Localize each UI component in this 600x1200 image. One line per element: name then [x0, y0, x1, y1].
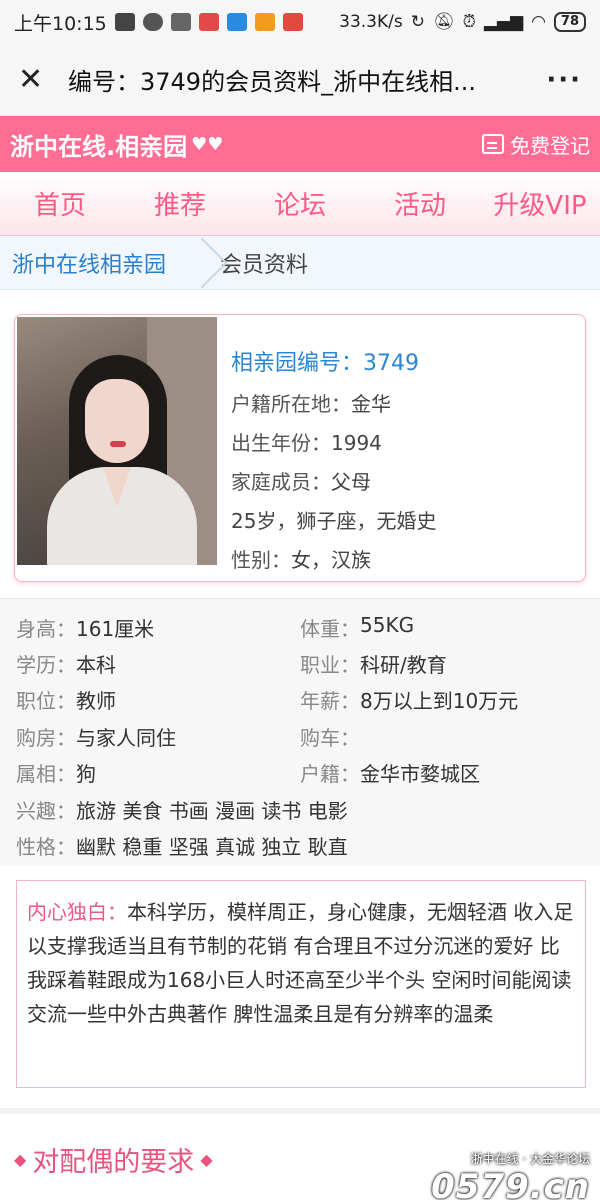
- height-label: 身高：: [16, 616, 76, 641]
- member-photo[interactable]: [17, 317, 217, 565]
- browser-title-bar: ✕ 编号：3749的会员资料_浙中在线相... ···: [0, 44, 600, 116]
- character-label: 性格：: [16, 835, 76, 860]
- section-divider: [0, 1108, 600, 1114]
- wechat-icon: [142, 13, 163, 31]
- wifi-icon: ◠: [531, 12, 546, 32]
- birth-label: 出生年份：: [231, 431, 331, 455]
- app-red-icon: [282, 13, 303, 31]
- right-diamond-icon: ◆: [200, 1150, 213, 1169]
- nav-recommend[interactable]: 推荐: [120, 172, 240, 235]
- hearts-icon: ♥♥: [191, 133, 224, 155]
- site-header: 浙中在线.相亲园 ♥♥ 免费登记: [0, 116, 600, 172]
- hobby-value: 旅游 美食 书画 漫画 读书 电影: [76, 798, 348, 823]
- position-value: 教师: [76, 689, 116, 714]
- shop-icon: [198, 13, 219, 31]
- weight-label: 体重：: [300, 616, 360, 641]
- gender-label: 性别：: [231, 548, 291, 572]
- battery-icon: 78: [553, 12, 586, 32]
- alarm-icon: ⏰︎: [462, 12, 476, 32]
- profile-card: 相亲园编号：3749 户籍所在地：金华 出生年份：1994 家庭成员：父母 25…: [14, 314, 586, 582]
- mail-icon: [226, 13, 247, 31]
- status-time: 上午10:15: [14, 12, 107, 35]
- monologue-label: 内心独白：: [27, 900, 127, 924]
- mute-icon: 🔕︎: [432, 12, 455, 32]
- site-watermark: 浙中在线 · 大金华论坛 0579.cn: [431, 1150, 590, 1200]
- watermark-big: 0579.cn: [431, 1167, 590, 1200]
- hukou-row: 户籍所在地：金华: [231, 393, 436, 432]
- photo-lips: [110, 441, 126, 447]
- height-value: 161厘米: [76, 616, 155, 641]
- detail-row: 属相：狗 户籍： 金华市婺城区: [16, 755, 584, 791]
- summary-value: 25岁，狮子座，无婚史: [231, 509, 437, 533]
- birth-row: 出生年份：1994: [231, 432, 436, 471]
- spouse-requirements-heading: ◆ 对配偶的要求 ◆: [14, 1140, 213, 1179]
- birth-value: 1994: [331, 431, 382, 455]
- detail-row: 性格： 幽默 稳重 坚强 真诚 独立 耿直: [16, 827, 584, 863]
- job-label: 职业：: [300, 653, 360, 678]
- profile-info: 相亲园编号：3749 户籍所在地：金华 出生年份：1994 家庭成员：父母 25…: [231, 345, 436, 581]
- status-bar: 上午10:15 33.3K/s ↻ 🔕︎ ⏰︎ ▂▄▆ ◠ 78: [0, 0, 600, 44]
- network-speed: 33.3K/s: [339, 12, 403, 32]
- breadcrumb-separator: [188, 236, 206, 290]
- detail-row: 购房： 与家人同住 购车：: [16, 718, 584, 754]
- edu-label: 学历：: [16, 653, 76, 678]
- signal-icon: ▂▄▆: [483, 12, 524, 32]
- breadcrumb-home[interactable]: 浙中在线相亲园: [0, 236, 188, 289]
- edu-value: 本科: [76, 653, 116, 678]
- family-row: 家庭成员：父母: [231, 471, 436, 510]
- job-value: 科研/教育: [360, 653, 447, 678]
- house-value: 与家人同住: [76, 725, 176, 750]
- hukou-label: 户籍所在地：: [231, 392, 351, 416]
- requirements-title: 对配偶的要求: [32, 1147, 195, 1178]
- edit-icon: [482, 134, 504, 154]
- position-label: 职位：: [16, 689, 76, 714]
- gender-value: 女，汉族: [291, 548, 371, 572]
- car-label: 购车：: [300, 725, 360, 750]
- more-menu-button[interactable]: ···: [546, 65, 582, 95]
- zodiac-label: 属相：: [16, 762, 76, 787]
- inner-monologue: 内心独白：本科学历，模样周正，身心健康，无烟轻酒 收入足以支撑我适当且有节制的花…: [16, 880, 586, 1088]
- app-icon: [170, 13, 191, 31]
- hukou-value: 金华: [351, 392, 391, 416]
- site-logo[interactable]: 浙中在线.相亲园 ♥♥: [10, 127, 223, 162]
- member-details: 身高： 161厘米 体重： 55KG 学历： 本科 职业： 科研/教育 职位： 教师 年薪…: [0, 598, 600, 866]
- character-value: 幽默 稳重 坚强 真诚 独立 耿直: [76, 835, 348, 860]
- nav-upgrade-vip[interactable]: 升级VIP: [480, 172, 600, 235]
- sync-icon: ↻: [410, 12, 425, 32]
- nav-events[interactable]: 活动: [360, 172, 480, 235]
- detail-row: 兴趣： 旅游 美食 书画 漫画 读书 电影: [16, 791, 584, 827]
- app58-icon: [254, 13, 275, 31]
- photo-face: [85, 379, 149, 463]
- residence-label: 户籍：: [300, 762, 360, 787]
- nav-home[interactable]: 首页: [0, 172, 120, 235]
- site-logo-text: 浙中在线.相亲园: [10, 132, 188, 161]
- family-label: 家庭成员：: [231, 470, 331, 494]
- nav-forum[interactable]: 论坛: [240, 172, 360, 235]
- detail-row: 职位： 教师 年薪： 8万以上到10万元: [16, 682, 584, 718]
- gender-row: 性别：女，汉族: [231, 548, 436, 581]
- register-button[interactable]: 免费登记: [482, 130, 590, 159]
- close-icon[interactable]: ✕: [18, 62, 54, 97]
- summary-row: 25岁，狮子座，无婚史: [231, 510, 436, 549]
- left-diamond-icon: ◆: [14, 1150, 27, 1169]
- weight-value: 55KG: [360, 612, 415, 637]
- main-nav: 首页 推荐 论坛 活动 升级VIP: [0, 172, 600, 236]
- salary-value: 8万以上到10万元: [360, 689, 519, 714]
- member-id: 相亲园编号：3749: [231, 351, 419, 376]
- detail-row: 身高： 161厘米 体重： 55KG: [16, 609, 584, 645]
- salary-label: 年薪：: [300, 689, 360, 714]
- zodiac-value: 狗: [76, 762, 96, 787]
- message-icon: [114, 13, 135, 31]
- house-label: 购房：: [16, 725, 76, 750]
- page-title: 编号：3749的会员资料_浙中在线相...: [68, 68, 476, 96]
- detail-row: 学历： 本科 职业： 科研/教育: [16, 645, 584, 681]
- watermark-small: 浙中在线 · 大金华论坛: [470, 1152, 590, 1166]
- family-value: 父母: [331, 470, 371, 494]
- residence-value: 金华市婺城区: [360, 762, 480, 787]
- register-label: 免费登记: [510, 133, 590, 158]
- breadcrumb: 浙中在线相亲园 会员资料: [0, 236, 600, 290]
- hobby-label: 兴趣：: [16, 798, 76, 823]
